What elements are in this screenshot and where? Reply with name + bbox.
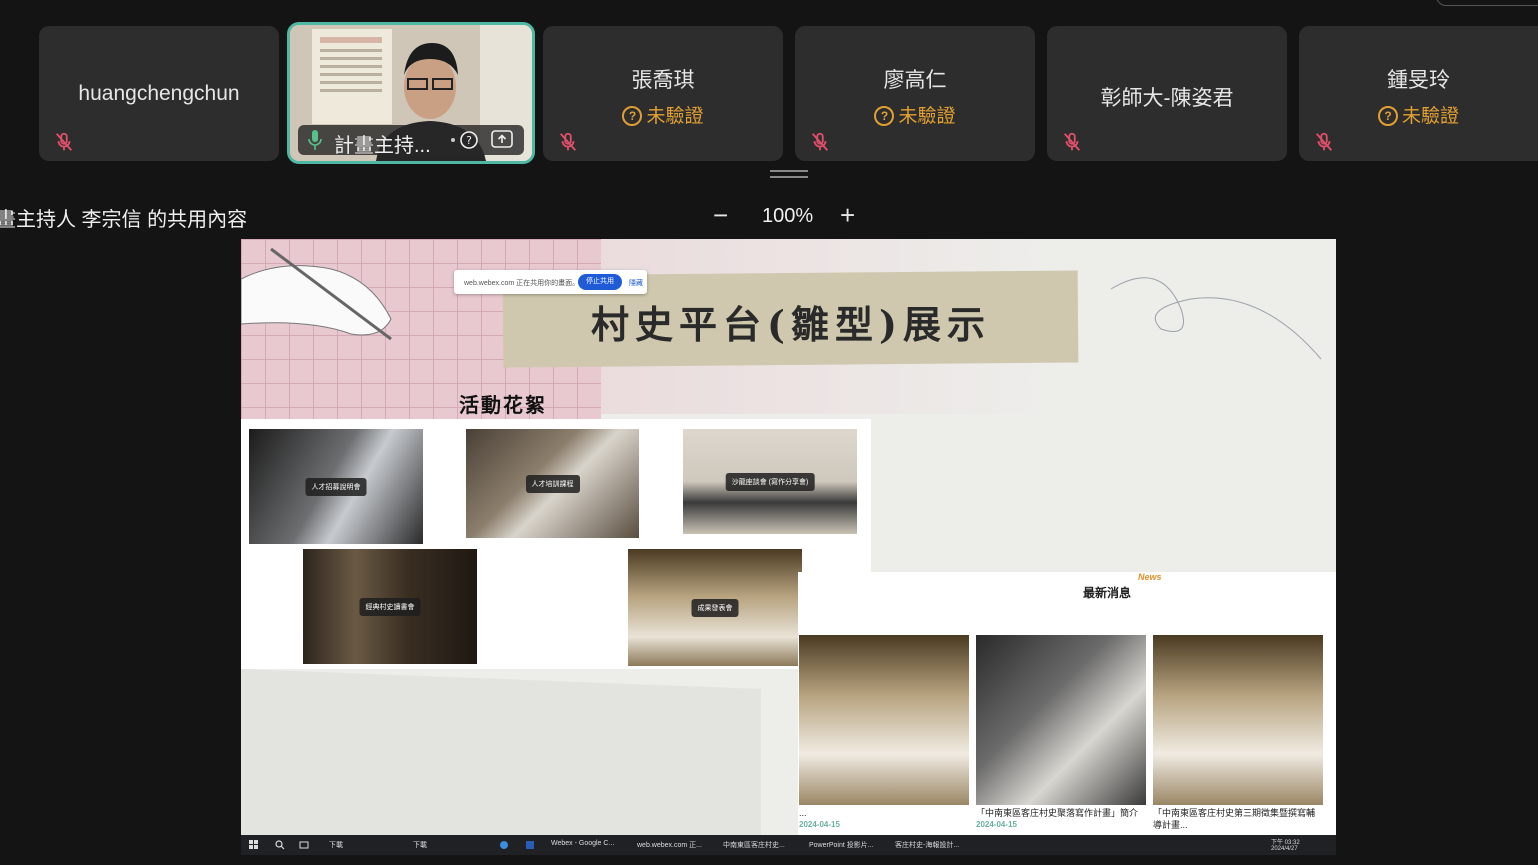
participant-tile[interactable]: 廖高仁 ? 未驗證 — [795, 26, 1035, 161]
help-icon[interactable]: ? — [450, 130, 480, 150]
photo-showcase[interactable]: 成果發表會 — [628, 549, 802, 666]
hide-notice-link[interactable]: 隱藏 — [629, 278, 643, 288]
activity-heading: 活動花絮 — [459, 395, 547, 417]
participant-tile[interactable]: 張喬琪 ? 未驗證 — [543, 26, 783, 161]
active-speaker-tile[interactable]: 計畫主持... ? — [287, 22, 535, 164]
mic-on-icon — [308, 130, 322, 150]
speaker-name: 計畫主持... — [334, 135, 431, 157]
news-title: ... — [799, 808, 807, 818]
clock-time: 下午 03:32 — [1271, 840, 1300, 846]
photo-reading-club[interactable]: 經典村史讀書會 — [303, 549, 477, 664]
slide-title: 村史平台(雛型)展示 — [591, 302, 991, 347]
news-card[interactable]: 「中南東區客庄村史第三期徵集暨撰寫輔導計畫... — [1153, 635, 1323, 831]
edge-icon[interactable] — [499, 840, 509, 850]
participant-name: 張喬琪 — [631, 69, 695, 92]
news-card[interactable]: 「中南東區客庄村史聚落寫作計畫」簡介 2024-04-15 — [976, 635, 1146, 829]
speaker-label-bar: 計畫主持... ? — [298, 125, 524, 157]
question-icon: ? — [874, 106, 895, 126]
taskbar-item[interactable]: 下載 — [329, 840, 343, 850]
photo-recruitment[interactable]: 人才招募說明會 — [249, 429, 423, 544]
stop-sharing-button[interactable]: 停止共用 — [578, 274, 622, 290]
participant-name: huangchengchun — [78, 82, 240, 105]
taskbar-item[interactable]: 中南東區客庄村史... — [723, 840, 785, 850]
share-screen-icon[interactable] — [490, 129, 514, 151]
photo-training[interactable]: 人才培訓課程 — [466, 429, 639, 538]
mic-muted-icon — [1063, 132, 1081, 151]
participant-name: 彰師大-陳姿君 — [1100, 87, 1234, 110]
news-heading: 最新消息 — [1083, 586, 1132, 600]
mic-muted-icon — [559, 132, 577, 151]
news-date: 2024-04-15 — [976, 820, 1017, 829]
question-icon: ? — [1377, 106, 1398, 126]
participant-tile[interactable]: 鍾旻玲 ? 未驗證 — [1299, 26, 1538, 161]
news-title: 「中南東區客庄村史聚落寫作計畫」簡介 — [976, 808, 1139, 818]
torn-paper-decoration — [241, 669, 761, 839]
zoom-level: 100% — [762, 205, 814, 227]
taskbar-item[interactable]: 下載 — [413, 840, 427, 850]
news-title: 「中南東區客庄村史第三期徵集暨撰寫輔導計畫... — [1153, 808, 1316, 830]
zoom-in-button[interactable]: + — [840, 200, 855, 231]
taskbar-item[interactable]: Webex - Google C... — [551, 840, 614, 847]
participant-tile[interactable]: 彰師大-陳姿君 — [1047, 26, 1287, 161]
mic-muted-icon — [1315, 132, 1333, 151]
news-image — [1153, 635, 1323, 805]
top-right-control[interactable] — [1436, 0, 1538, 6]
participant-name: 廖高仁 — [883, 69, 947, 92]
news-date: 2024-04-15 — [799, 820, 840, 829]
photo-salon[interactable]: 沙龍座談會 (寫作分享會) — [683, 429, 857, 534]
news-card[interactable]: ... 2024-04-15 — [799, 635, 969, 829]
line-decoration — [1110, 277, 1322, 360]
news-image — [799, 635, 969, 805]
search-icon[interactable] — [275, 840, 285, 850]
svg-text:?: ? — [466, 134, 472, 147]
task-view-icon[interactable] — [299, 840, 309, 850]
word-icon[interactable] — [525, 840, 535, 850]
unverified-badge: ? 未驗證 — [1299, 101, 1538, 128]
share-content-title: 畫主持人 李宗信 的共用內容 — [0, 209, 248, 231]
taskbar-item[interactable]: web.webex.com 正... — [637, 840, 702, 850]
taskbar-item[interactable]: PowerPoint 投影片... — [809, 840, 874, 850]
mic-muted-icon — [55, 132, 73, 151]
resize-handle[interactable] — [770, 170, 808, 180]
mic-muted-icon — [811, 132, 829, 151]
participant-name: 鍾旻玲 — [1387, 69, 1450, 92]
windows-start-icon[interactable] — [249, 840, 259, 850]
clock-date: 2024/4/27 — [1271, 846, 1298, 852]
webex-share-notice: web.webex.com 正在共用你的畫面。 停止共用 隱藏 — [454, 270, 647, 294]
shared-screen[interactable]: 村史平台(雛型)展示 web.webex.com 正在共用你的畫面。 停止共用 … — [241, 239, 1336, 855]
hand-pencil-illustration — [241, 247, 392, 341]
taskbar-item[interactable]: 客庄村史-海報設計... — [895, 840, 959, 850]
zoom-out-button[interactable]: − — [713, 200, 728, 231]
question-icon: ? — [622, 106, 643, 126]
windows-taskbar: 下載 下載 Webex - Google C... web.webex.com … — [241, 835, 1336, 855]
unverified-badge: ? 未驗證 — [543, 101, 783, 128]
news-tag: News — [1138, 572, 1162, 582]
participant-tile[interactable]: huangchengchun — [39, 26, 279, 161]
news-image — [976, 635, 1146, 805]
unverified-badge: ? 未驗證 — [795, 101, 1035, 128]
